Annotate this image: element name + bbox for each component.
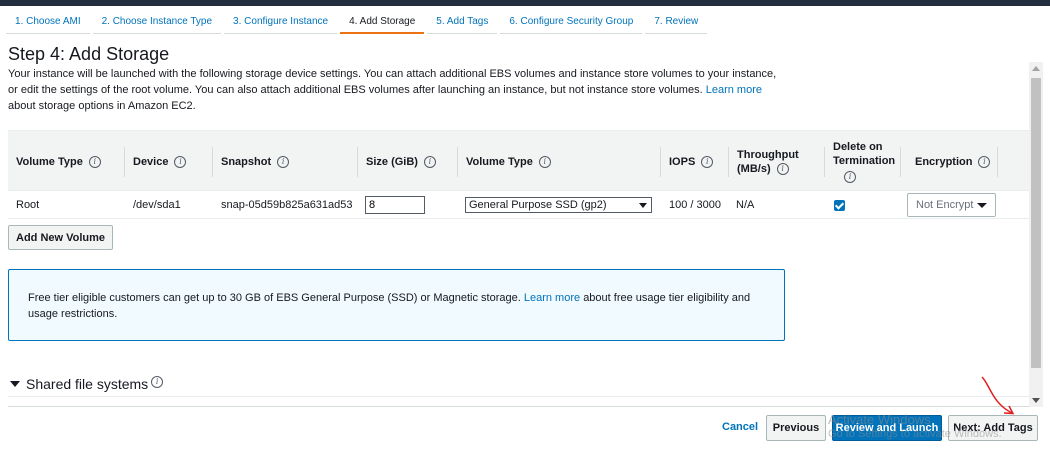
red-arrow-annotation-icon xyxy=(981,376,1015,415)
previous-button[interactable]: Previous xyxy=(766,415,826,441)
cancel-link[interactable]: Cancel xyxy=(722,421,758,433)
info-icon[interactable]: i xyxy=(701,155,714,168)
info-icon[interactable]: i xyxy=(538,155,551,168)
info-icon[interactable]: i xyxy=(277,155,290,168)
divider xyxy=(8,406,1029,407)
encryption-selected: Not Encrypt xyxy=(916,199,974,211)
delete-on-termination-checkbox[interactable] xyxy=(834,199,845,211)
wizard-steps: 1. Choose AMI 2. Choose Instance Type 3.… xyxy=(0,6,1050,34)
info-icon[interactable]: i xyxy=(151,376,164,388)
page-description: Your instance will be launched with the … xyxy=(8,66,788,114)
header-device-label: Device xyxy=(133,155,169,168)
size-input[interactable] xyxy=(365,196,425,214)
caret-down-icon xyxy=(10,381,20,387)
header-termination-label: Termination xyxy=(833,155,896,167)
encryption-select[interactable]: Not Encrypt xyxy=(907,193,996,217)
header-volume-type: Volume Type i xyxy=(8,131,125,192)
table-header: Volume Type i Device i Snapshot i Size (… xyxy=(8,130,1029,191)
page-title: Step 4: Add Storage xyxy=(8,44,170,64)
header-size: Size (GiB) i xyxy=(358,131,458,192)
header-delete-on-termination: Delete on Termination i xyxy=(825,131,901,192)
step-configure-security-group[interactable]: 6. Configure Security Group xyxy=(500,6,643,34)
header-encryption: Encryption i xyxy=(901,131,998,192)
header-size-label: Size (GiB) xyxy=(366,155,418,168)
step-add-storage[interactable]: 4. Add Storage xyxy=(340,6,425,34)
caret-down-icon xyxy=(977,202,987,208)
info-icon[interactable]: i xyxy=(844,171,856,183)
next-add-tags-button[interactable]: Next: Add Tags xyxy=(948,415,1038,441)
header-snapshot: Snapshot i xyxy=(213,131,358,192)
info-icon[interactable]: i xyxy=(423,155,436,168)
header-throughput-unit: (MB/s) xyxy=(737,162,771,175)
header-iops-label: IOPS xyxy=(669,155,696,168)
shared-file-systems-toggle[interactable]: Shared file systems i xyxy=(10,376,164,392)
review-and-launch-button[interactable]: Review and Launch xyxy=(832,415,942,441)
description-text: Your instance will be launched with the … xyxy=(8,68,777,96)
header-throughput-label: Throughput xyxy=(737,148,799,161)
scroll-up-arrow-icon[interactable] xyxy=(1032,66,1040,71)
volume-type-selected: General Purpose SSD (gp2) xyxy=(469,199,607,211)
free-tier-info-box: Free tier eligible customers can get up … xyxy=(8,269,785,341)
divider xyxy=(8,396,1029,397)
info-icon[interactable]: i xyxy=(776,162,789,175)
header-snapshot-label: Snapshot xyxy=(221,155,272,168)
add-new-volume-button[interactable]: Add New Volume xyxy=(8,225,114,250)
step-configure-instance[interactable]: 3. Configure Instance xyxy=(224,6,338,34)
learn-more-link[interactable]: Learn more xyxy=(706,84,762,96)
cell-volume-type: Root xyxy=(16,199,40,211)
header-throughput: Throughput (MB/s) i xyxy=(729,131,825,192)
step-choose-instance-type[interactable]: 2. Choose Instance Type xyxy=(92,6,222,34)
info-icon[interactable]: i xyxy=(978,155,991,168)
header-volume-type-label: Volume Type xyxy=(16,155,83,168)
cell-device: /dev/sda1 xyxy=(133,199,181,211)
step-add-tags[interactable]: 5. Add Tags xyxy=(427,6,498,34)
scroll-thumb[interactable] xyxy=(1031,78,1041,368)
cell-throughput: N/A xyxy=(736,199,755,211)
description-text-end: about storage options in Amazon EC2. xyxy=(8,100,196,112)
header-device: Device i xyxy=(125,131,213,192)
header-ebs-volume-type: Volume Type i xyxy=(458,131,661,192)
free-tier-text: Free tier eligible customers can get up … xyxy=(28,292,521,304)
step-choose-ami[interactable]: 1. Choose AMI xyxy=(6,6,90,34)
chevron-down-icon xyxy=(639,202,647,208)
free-tier-learn-more-link[interactable]: Learn more xyxy=(524,292,580,304)
info-icon[interactable]: i xyxy=(174,155,187,168)
volume-type-select[interactable]: General Purpose SSD (gp2) xyxy=(465,197,652,213)
cell-iops: 100 / 3000 xyxy=(669,199,721,211)
header-iops: IOPS i xyxy=(661,131,729,192)
table-row: Root /dev/sda1 snap-05d59b825a631ad53 Ge… xyxy=(8,191,1029,219)
storage-table: Volume Type i Device i Snapshot i Size (… xyxy=(8,130,1029,219)
cell-snapshot: snap-05d59b825a631ad53 xyxy=(221,199,353,211)
shared-file-systems-label: Shared file systems xyxy=(26,376,149,392)
vertical-scrollbar[interactable] xyxy=(1029,62,1043,407)
step-review[interactable]: 7. Review xyxy=(645,6,708,34)
header-ebs-volume-type-label: Volume Type xyxy=(466,155,533,168)
header-encryption-label: Encryption xyxy=(915,155,973,168)
header-delete-label: Delete on xyxy=(833,141,883,153)
info-icon[interactable]: i xyxy=(88,155,101,168)
